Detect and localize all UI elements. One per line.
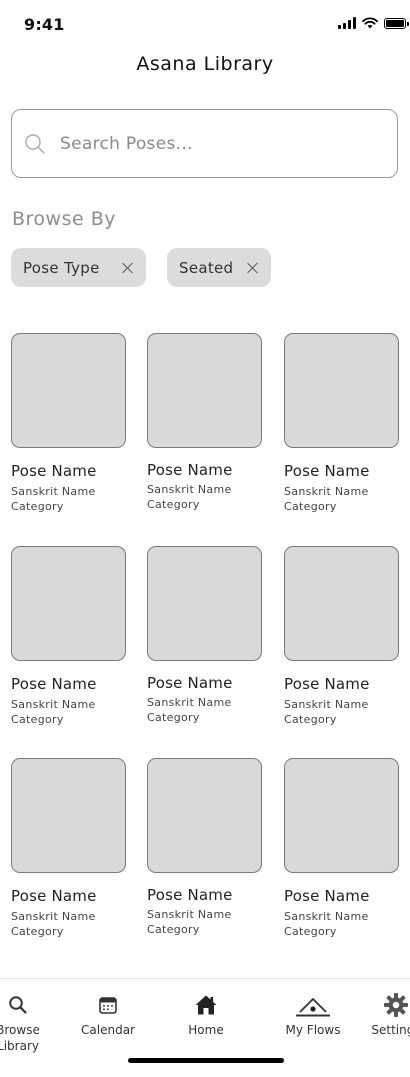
pose-card[interactable]: Pose Name Sanskrit Name Category bbox=[147, 546, 267, 725]
pose-name: Pose Name bbox=[284, 675, 370, 693]
pose-sanskrit-name: Sanskrit Name bbox=[284, 910, 369, 923]
pose-thumbnail[interactable] bbox=[11, 333, 126, 448]
pose-name: Pose Name bbox=[11, 675, 97, 693]
flows-icon bbox=[296, 998, 330, 1017]
search-icon bbox=[25, 133, 45, 154]
pose-thumbnail[interactable] bbox=[284, 758, 399, 873]
browse-heading: Browse By bbox=[12, 208, 116, 230]
pose-sanskrit-name: Sanskrit Name bbox=[11, 910, 96, 923]
page-title: Asana Library bbox=[136, 53, 274, 75]
gear-icon bbox=[384, 993, 408, 1017]
pose-category: Category bbox=[284, 713, 337, 726]
pose-thumbnail[interactable] bbox=[11, 758, 126, 873]
pose-thumbnail[interactable] bbox=[147, 758, 262, 873]
pose-name: Pose Name bbox=[147, 461, 233, 479]
pose-name: Pose Name bbox=[147, 886, 233, 904]
pose-thumbnail[interactable] bbox=[147, 546, 262, 661]
nav-my-flows[interactable]: My Flows bbox=[280, 991, 346, 1038]
home-icon bbox=[195, 995, 217, 1015]
status-time: 9:41 bbox=[24, 15, 65, 34]
pose-card[interactable]: Pose Name Sanskrit Name Category bbox=[284, 758, 404, 939]
pose-category: Category bbox=[284, 925, 337, 938]
pose-sanskrit-name: Sanskrit Name bbox=[284, 698, 369, 711]
status-icons bbox=[338, 17, 409, 29]
pose-thumbnail[interactable] bbox=[284, 333, 399, 448]
filter-chip-label: Pose Type bbox=[23, 258, 100, 277]
close-icon[interactable] bbox=[122, 262, 134, 274]
wifi-icon bbox=[362, 17, 378, 29]
pose-sanskrit-name: Sanskrit Name bbox=[11, 485, 96, 498]
pose-card[interactable]: Pose Name Sanskrit Name Category bbox=[11, 758, 131, 939]
pose-name: Pose Name bbox=[284, 462, 370, 480]
battery-icon bbox=[384, 17, 409, 29]
nav-browse-library[interactable]: Browse Library bbox=[0, 991, 48, 1054]
pose-category: Category bbox=[284, 500, 337, 513]
nav-label: Browse Library bbox=[0, 1023, 40, 1053]
pose-name: Pose Name bbox=[11, 462, 97, 480]
nav-label: Settings bbox=[371, 1023, 410, 1037]
home-indicator bbox=[128, 1058, 284, 1063]
close-icon[interactable] bbox=[247, 262, 259, 274]
pose-card[interactable]: Pose Name Sanskrit Name Category bbox=[147, 333, 267, 512]
pose-card[interactable]: Pose Name Sanskrit Name Category bbox=[284, 333, 404, 514]
search-icon bbox=[9, 996, 27, 1014]
nav-label: Calendar bbox=[81, 1023, 135, 1037]
pose-name: Pose Name bbox=[11, 887, 97, 905]
nav-settings[interactable]: Settings bbox=[366, 991, 410, 1038]
nav-label: Home bbox=[188, 1023, 224, 1037]
pose-category: Category bbox=[147, 923, 200, 936]
pose-category: Category bbox=[147, 498, 200, 511]
search-input[interactable] bbox=[58, 132, 362, 155]
pose-card[interactable]: Pose Name Sanskrit Name Category bbox=[147, 758, 267, 937]
calendar-icon bbox=[99, 997, 117, 1014]
pose-card[interactable]: Pose Name Sanskrit Name Category bbox=[284, 546, 404, 727]
pose-name: Pose Name bbox=[147, 674, 233, 692]
nav-label: My Flows bbox=[285, 1023, 341, 1037]
pose-name: Pose Name bbox=[284, 887, 370, 905]
pose-thumbnail[interactable] bbox=[11, 546, 126, 661]
nav-calendar[interactable]: Calendar bbox=[78, 991, 138, 1038]
pose-category: Category bbox=[11, 925, 64, 938]
pose-card[interactable]: Pose Name Sanskrit Name Category bbox=[11, 333, 131, 514]
pose-sanskrit-name: Sanskrit Name bbox=[147, 483, 232, 496]
pose-category: Category bbox=[147, 711, 200, 724]
filter-chip-label: Seated bbox=[179, 258, 234, 277]
pose-sanskrit-name: Sanskrit Name bbox=[284, 485, 369, 498]
signal-icon bbox=[338, 17, 356, 29]
pose-thumbnail[interactable] bbox=[147, 333, 262, 448]
filter-chip-pose-type[interactable]: Pose Type bbox=[11, 248, 146, 287]
status-bar: 9:41 bbox=[0, 0, 410, 52]
nav-home[interactable]: Home bbox=[176, 991, 236, 1038]
pose-category: Category bbox=[11, 713, 64, 726]
pose-category: Category bbox=[11, 500, 64, 513]
pose-thumbnail[interactable] bbox=[284, 546, 399, 661]
search-box[interactable] bbox=[11, 109, 398, 178]
filter-chip-seated[interactable]: Seated bbox=[167, 248, 271, 287]
pose-sanskrit-name: Sanskrit Name bbox=[147, 696, 232, 709]
pose-card[interactable]: Pose Name Sanskrit Name Category bbox=[11, 546, 131, 727]
pose-sanskrit-name: Sanskrit Name bbox=[147, 908, 232, 921]
pose-sanskrit-name: Sanskrit Name bbox=[11, 698, 96, 711]
